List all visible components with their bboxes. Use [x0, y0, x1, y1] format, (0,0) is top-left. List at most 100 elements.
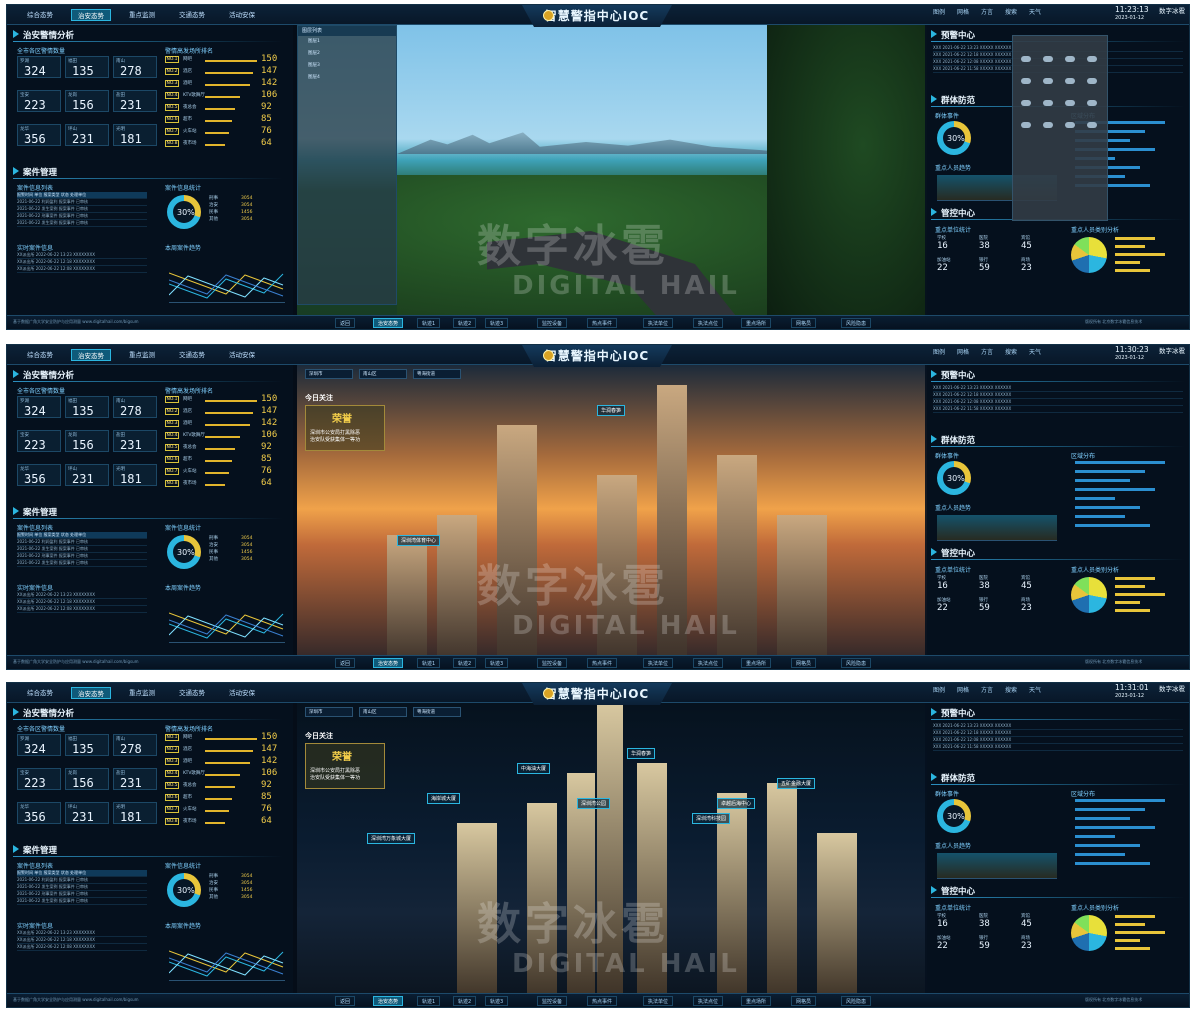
layer-item[interactable]: 图层2 [298, 48, 396, 60]
bottom-tool-button[interactable]: 返回 [335, 318, 356, 328]
toolbar-button[interactable]: 网格 [957, 7, 969, 16]
bottom-tool-button[interactable]: 治安态势 [373, 658, 404, 668]
bottom-tool-button[interactable]: 治安态势 [373, 996, 404, 1006]
table-row[interactable]: 2021-06-22 利润盈利 报案事件 已审核 [17, 199, 147, 206]
bottom-tool-button[interactable]: 治安态势 [373, 318, 404, 328]
weather-icon[interactable] [1043, 78, 1053, 84]
map-marker-label[interactable]: 海岸城大厦 [427, 793, 461, 804]
toolbar-button[interactable]: 天气 [1029, 685, 1041, 694]
weather-icon[interactable] [1043, 122, 1053, 128]
bottom-tool-button[interactable]: 监控设备 [537, 996, 568, 1006]
region-select[interactable]: 粤海街道 [413, 707, 461, 717]
table-row[interactable]: 2021-06-22 发生案例 报案事件 已审核 [17, 220, 147, 227]
bottom-tool-button[interactable]: 轨迹1 [417, 318, 441, 328]
weather-icon[interactable] [1043, 100, 1053, 106]
region-select[interactable]: 深圳市 [305, 707, 353, 717]
bottom-tool-button[interactable]: 热点事件 [587, 658, 618, 668]
bottom-tool-button[interactable]: 轨迹3 [485, 318, 509, 328]
bottom-tool-button[interactable]: 执法单位 [643, 658, 674, 668]
map-marker-label[interactable]: 深圳湾科技园 [692, 813, 731, 824]
bottom-tool-button[interactable]: 网格员 [791, 996, 817, 1006]
nav-tab[interactable]: 综合态势 [21, 349, 59, 361]
weather-icon[interactable] [1021, 100, 1031, 106]
warning-row[interactable]: XXX 2021-06-22 11:58 XXXXX XXXXXX [933, 406, 1183, 413]
table-row[interactable]: 2021-06-22 发生案例 报案事件 已审核 [17, 884, 147, 891]
nav-tab[interactable]: 治安态势 [71, 349, 111, 361]
warning-row[interactable]: XXX 2021-06-22 13:23 XXXXX XXXXXX [933, 385, 1183, 392]
nav-tab[interactable]: 综合态势 [21, 9, 59, 21]
table-row[interactable]: 2021-06-22 发生案例 报案事件 已审核 [17, 898, 147, 905]
bottom-tool-button[interactable]: 执法点位 [693, 318, 724, 328]
toolbar-button[interactable]: 网格 [957, 347, 969, 356]
nav-tab[interactable]: 重点监测 [123, 687, 161, 699]
toolbar-button[interactable]: 搜索 [1005, 7, 1017, 16]
map-marker-label[interactable]: 华润春笋 [627, 748, 656, 759]
weather-icon[interactable] [1065, 122, 1075, 128]
nav-tab[interactable]: 交通态势 [173, 9, 211, 21]
table-row[interactable]: XX派出所 2022-06-22 13:23 XXXXXXXX [17, 252, 147, 259]
map-marker-label[interactable]: 中海油大厦 [517, 763, 551, 774]
layer-item[interactable]: 图层3 [298, 60, 396, 72]
weather-icon[interactable] [1087, 122, 1097, 128]
nav-tab[interactable]: 治安态势 [71, 9, 111, 21]
toolbar-button[interactable]: 方言 [981, 685, 993, 694]
region-select[interactable]: 南山区 [359, 369, 407, 379]
region-selects[interactable]: 深圳市 南山区 粤海街道 [305, 369, 467, 379]
toolbar-button[interactable]: 方言 [981, 347, 993, 356]
bottom-tool-button[interactable]: 网格员 [791, 658, 817, 668]
weather-popup[interactable] [1012, 35, 1108, 221]
nav-tab[interactable]: 活动安保 [223, 9, 261, 21]
bottom-tool-button[interactable]: 监控设备 [537, 658, 568, 668]
bottom-tool-button[interactable]: 重点场所 [741, 996, 772, 1006]
table-row[interactable]: XX派出所 2022-06-22 12:08 XXXXXXXX [17, 944, 147, 951]
region-select[interactable]: 深圳市 [305, 369, 353, 379]
bottom-tool-button[interactable]: 重点场所 [741, 658, 772, 668]
warning-row[interactable]: XXX 2021-06-22 12:18 XXXXX XXXXXX [933, 730, 1183, 737]
bottom-tool-button[interactable]: 返回 [335, 658, 356, 668]
bottom-tool-button[interactable]: 网格员 [791, 318, 817, 328]
region-select[interactable]: 粤海街道 [413, 369, 461, 379]
weather-icon[interactable] [1021, 56, 1031, 62]
bottom-tool-button[interactable]: 轨迹1 [417, 658, 441, 668]
table-row[interactable]: XX派出所 2022-06-22 12:08 XXXXXXXX [17, 606, 147, 613]
table-row[interactable]: XX派出所 2022-06-22 12:18 XXXXXXXX [17, 259, 147, 266]
nav-tab[interactable]: 交通态势 [173, 349, 211, 361]
bottom-tool-button[interactable]: 执法单位 [643, 318, 674, 328]
warning-row[interactable]: XXX 2021-06-22 11:58 XXXXX XXXXXX [933, 744, 1183, 751]
warning-row[interactable]: XXX 2021-06-22 12:08 XXXXX XXXXXX [933, 399, 1183, 406]
weather-icon[interactable] [1065, 78, 1075, 84]
table-row[interactable]: 2021-06-22 利润盈利 报案事件 已审核 [17, 877, 147, 884]
table-row[interactable]: XX派出所 2022-06-22 13:23 XXXXXXXX [17, 930, 147, 937]
bottom-tool-button[interactable]: 执法点位 [693, 658, 724, 668]
bottom-tool-button[interactable]: 风险隐患 [841, 318, 872, 328]
nav-tab[interactable]: 治安态势 [71, 687, 111, 699]
table-row[interactable]: 2021-06-22 发生案例 报案事件 已审核 [17, 546, 147, 553]
toolbar-button[interactable]: 天气 [1029, 7, 1041, 16]
table-row[interactable]: 2021-06-22 利润盈利 报案事件 已审核 [17, 539, 147, 546]
warning-row[interactable]: XXX 2021-06-22 13:23 XXXXX XXXXXX [933, 723, 1183, 730]
nav-tab[interactable]: 活动安保 [223, 687, 261, 699]
weather-icon[interactable] [1021, 122, 1031, 128]
bottom-tool-button[interactable]: 轨迹3 [485, 996, 509, 1006]
weather-icon[interactable] [1043, 56, 1053, 62]
table-row[interactable]: 2021-06-22 刑事案件 报案事件 已审核 [17, 891, 147, 898]
table-row[interactable]: 2021-06-22 刑事案件 报案事件 已审核 [17, 213, 147, 220]
weather-icon[interactable] [1087, 56, 1097, 62]
nav-tab[interactable]: 重点监测 [123, 9, 161, 21]
toolbar-button[interactable]: 搜索 [1005, 347, 1017, 356]
map-marker-label[interactable]: 深圳湾万象城大厦 [367, 833, 416, 844]
bottom-tool-button[interactable]: 风险隐患 [841, 658, 872, 668]
warning-row[interactable]: XXX 2021-06-22 12:08 XXXXX XXXXXX [933, 737, 1183, 744]
map-marker-label[interactable]: 华润春笋 [597, 405, 626, 416]
bottom-tool-button[interactable]: 轨迹2 [453, 318, 477, 328]
table-row[interactable]: XX派出所 2022-06-22 13:23 XXXXXXXX [17, 592, 147, 599]
nav-tab[interactable]: 交通态势 [173, 687, 211, 699]
toolbar-button[interactable]: 网格 [957, 685, 969, 694]
toolbar-button[interactable]: 图例 [933, 7, 945, 16]
weather-icon[interactable] [1087, 100, 1097, 106]
nav-tab[interactable]: 综合态势 [21, 687, 59, 699]
bottom-tool-button[interactable]: 热点事件 [587, 318, 618, 328]
table-row[interactable]: 2021-06-22 发生案例 报案事件 已审核 [17, 560, 147, 567]
bottom-tool-button[interactable]: 监控设备 [537, 318, 568, 328]
bottom-tool-button[interactable]: 执法单位 [643, 996, 674, 1006]
